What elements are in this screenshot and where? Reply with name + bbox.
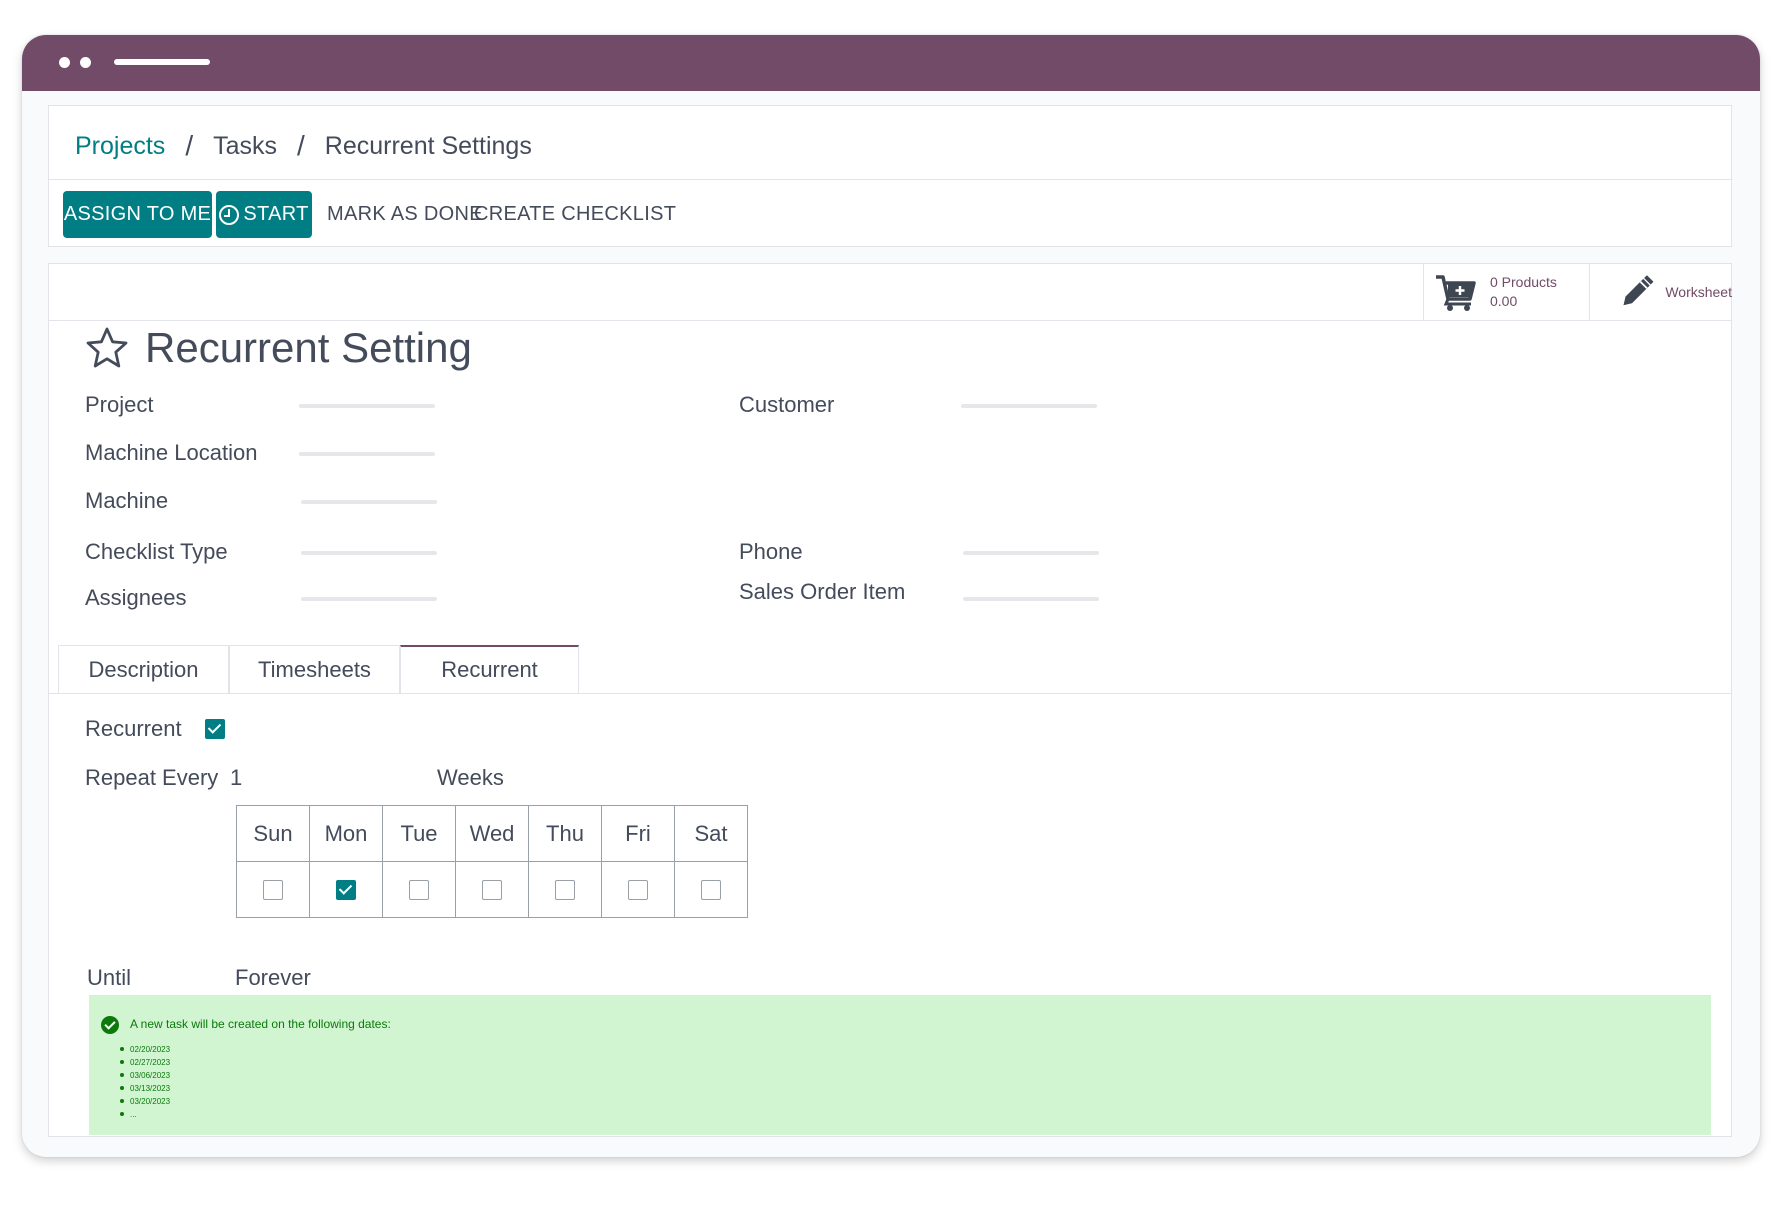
checklist-type-label: Checklist Type [85,539,228,564]
machine-location-label: Machine Location [85,440,258,465]
recurrent-checkbox[interactable] [205,719,225,739]
project-label: Project [85,392,154,417]
cart-plus-icon [1436,275,1476,311]
weekday-checkbox-sun[interactable] [263,879,283,900]
mark-as-done-button[interactable]: MARK AS DONE [327,191,483,238]
products-stat-button[interactable]: 0 Products 0.00 [1423,264,1590,320]
tab-timesheets-label: Timesheets [258,656,371,682]
customer-label: Customer [739,392,835,417]
project-field[interactable] [299,404,435,408]
notice-date-item: 02/27/2023 [119,1058,171,1067]
weekday-cell-wed [455,861,529,918]
machine-location-field[interactable] [299,452,435,456]
tab-recurrent[interactable]: Recurrent [400,645,579,693]
worksheet-label: Worksheet [1665,283,1732,300]
phone-field[interactable] [963,551,1099,555]
weekday-header-tue: Tue [382,805,456,862]
weekday-header-mon: Mon [309,805,383,862]
sales-order-item-field[interactable] [963,597,1099,601]
recurrence-notice: A new task will be created on the follow… [89,995,1711,1135]
weekday-header-thu: Thu [528,805,602,862]
tabs-divider [49,693,1731,694]
start-button[interactable]: START [216,191,312,238]
breadcrumb-separator: / [185,130,194,161]
weekday-checkbox-wed[interactable] [482,879,502,900]
products-count: 0 Products [1490,274,1557,290]
weekday-header-sat: Sat [674,805,748,862]
products-stat-text: 0 Products 0.00 [1490,273,1557,311]
assignees-field[interactable] [301,597,437,601]
clock-icon [219,204,240,225]
weekday-cell-thu [528,861,602,918]
breadcrumb: Projects / Tasks / Recurrent Settings [75,126,532,166]
weekday-cell-sat [674,861,748,918]
assignees-label: Assignees [85,585,187,610]
notice-date-item: 02/20/2023 [119,1045,171,1054]
breadcrumb-separator: / [297,130,305,161]
notice-date-list: 02/20/2023 02/27/2023 03/06/2023 03/13/2… [119,1043,171,1121]
notice-date-item: ... [119,1108,170,1121]
customer-field[interactable] [961,404,1097,408]
notice-date-item: 03/20/2023 [119,1097,171,1106]
breadcrumb-projects-link[interactable]: Projects [75,132,165,161]
breadcrumb-current: Recurrent Settings [324,131,532,160]
notice-date-item: 03/06/2023 [119,1071,171,1080]
weekday-cell-tue [382,861,456,918]
control-panel: Projects / Tasks / Recurrent Settings AS… [48,105,1732,247]
machine-label: Machine [85,488,169,513]
weekday-checkbox-thu[interactable] [555,879,575,900]
weekdays-table: Sun Mon Tue Wed Thu Fri Sat [236,805,748,918]
weekday-cell-mon [309,861,383,918]
repeat-unit-select[interactable]: Weeks [437,765,504,791]
weekday-header-fri: Fri [601,805,675,862]
create-checklist-button[interactable]: CREATE CHECKLIST [474,191,676,238]
button-box: 0 Products 0.00 Worksheet [49,264,1732,321]
breadcrumb-tasks-link[interactable]: Tasks [213,132,277,161]
notice-date-item: 03/13/2023 [119,1084,171,1093]
weekday-checkbox-tue[interactable] [409,879,429,900]
worksheet-stat-button[interactable]: Worksheet [1589,264,1732,320]
record-title-row: Recurrent Setting [85,320,472,376]
phone-label: Phone [739,539,803,564]
pencil-icon [1623,275,1654,306]
tab-description[interactable]: Description [58,645,229,693]
checklist-type-field[interactable] [301,551,437,555]
machine-field[interactable] [301,500,437,504]
tab-description-label: Description [88,656,199,682]
weekday-cell-fri [601,861,675,918]
star-outline-icon[interactable] [85,326,129,370]
app-window: Projects / Tasks / Recurrent Settings AS… [22,35,1760,1157]
record-title: Recurrent Setting [145,324,472,371]
window-dot-icon [80,57,91,68]
check-circle-icon [101,1016,119,1034]
weekday-checkbox-mon[interactable] [336,879,356,900]
notice-message: A new task will be created on the follow… [130,1017,391,1031]
create-checklist-label: CREATE CHECKLIST [474,203,677,225]
assign-to-me-button[interactable]: ASSIGN TO ME [63,191,212,238]
products-amount: 0.00 [1490,293,1518,309]
window-dot-icon [59,57,70,68]
assign-to-me-label: ASSIGN TO ME [63,203,212,225]
mark-as-done-label: MARK AS DONE [327,203,483,225]
form-sheet: 0 Products 0.00 Worksheet Recurrent Sett… [48,263,1732,1137]
sales-order-item-label: Sales Order Item [739,579,906,604]
repeat-interval-input[interactable]: 1 [230,765,242,791]
weekday-header-wed: Wed [455,805,529,862]
tab-recurrent-label: Recurrent [441,657,538,682]
weekday-cell-sun [236,861,310,918]
recurrent-label: Recurrent [85,716,182,741]
weekday-checkbox-fri[interactable] [628,879,648,900]
until-label: Until [87,965,132,990]
control-panel-divider [49,179,1731,180]
until-select[interactable]: Forever [235,965,311,991]
repeat-every-label: Repeat Every [85,765,219,790]
weekday-header-sun: Sun [236,805,310,862]
window-title-bar-icon [114,59,210,65]
weekday-checkbox-sat[interactable] [701,879,721,900]
tab-timesheets[interactable]: Timesheets [229,645,400,693]
start-label: START [243,203,309,225]
window-titlebar [22,35,1760,91]
